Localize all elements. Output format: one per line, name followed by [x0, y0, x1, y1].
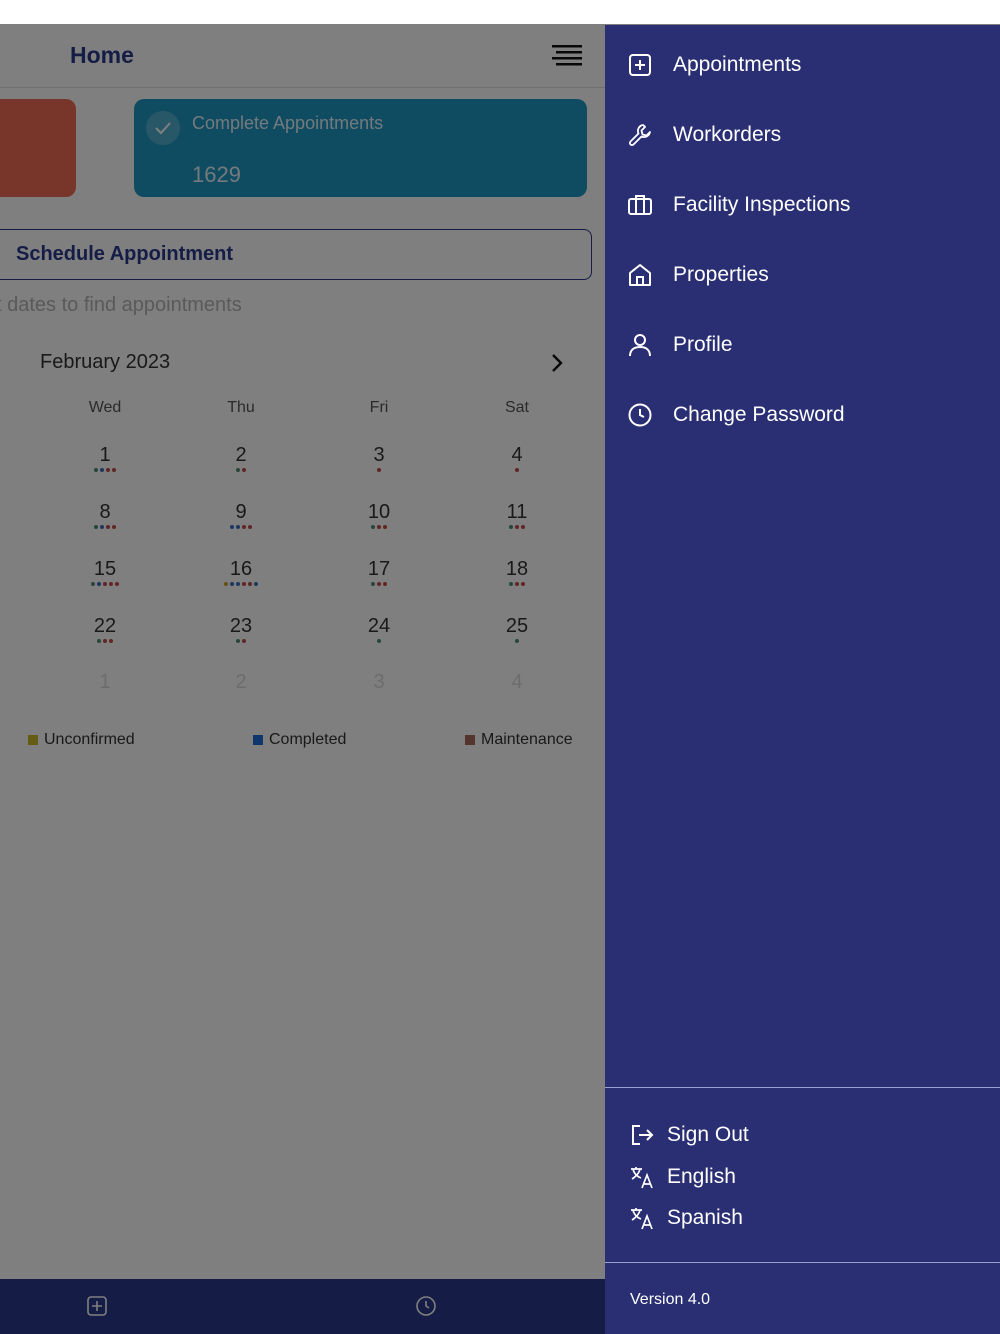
wrench-icon	[627, 122, 653, 148]
app-version: Version 4.0	[630, 1291, 711, 1308]
drawer-item-profile[interactable]: Profile	[605, 320, 1000, 370]
drawer-item-label: Properties	[673, 263, 769, 286]
sign-out-button[interactable]: Sign Out	[605, 1116, 1000, 1152]
drawer-divider	[605, 1262, 1000, 1263]
clock-icon	[627, 402, 653, 428]
drawer-item-workorders[interactable]: Workorders	[605, 110, 1000, 160]
drawer-item-facility-inspections[interactable]: Facility Inspections	[605, 180, 1000, 230]
drawer-item-label: Appointments	[673, 53, 802, 76]
drawer-item-label: Change Password	[673, 403, 845, 426]
language-english-label: English	[667, 1165, 736, 1188]
translate-icon	[629, 1164, 655, 1190]
home-icon	[627, 262, 653, 288]
drawer-item-label: Facility Inspections	[673, 193, 851, 216]
drawer-item-change-password[interactable]: Change Password	[605, 390, 1000, 440]
drawer-item-label: Workorders	[673, 123, 782, 146]
sign-out-icon	[629, 1122, 655, 1148]
language-spanish-button[interactable]: Spanish	[605, 1199, 1000, 1235]
briefcase-icon	[627, 192, 653, 218]
status-bar-area	[0, 0, 1000, 24]
plus-square-icon	[627, 52, 653, 78]
sign-out-label: Sign Out	[667, 1123, 749, 1146]
translate-icon	[629, 1205, 655, 1231]
drawer-item-appointments[interactable]: Appointments	[605, 40, 1000, 90]
navigation-drawer: Appointments Workorders Facility Inspect…	[605, 25, 1000, 1334]
language-spanish-label: Spanish	[667, 1206, 743, 1229]
user-icon	[627, 332, 653, 358]
drawer-item-label: Profile	[673, 333, 733, 356]
language-english-button[interactable]: English	[605, 1158, 1000, 1194]
drawer-divider	[605, 1087, 1000, 1088]
drawer-item-properties[interactable]: Properties	[605, 250, 1000, 300]
